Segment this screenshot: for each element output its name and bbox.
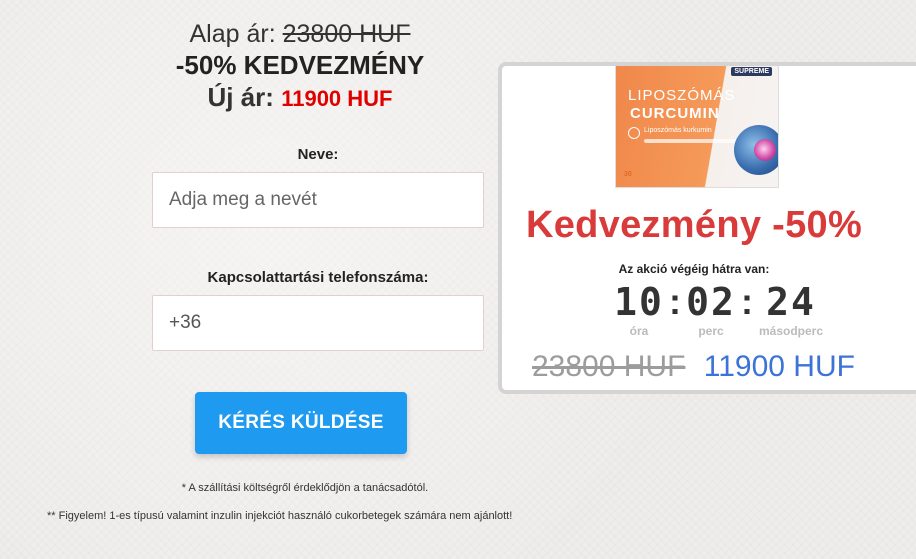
- timer-seconds-value: 24: [766, 280, 816, 324]
- product-name-line1: LIPOSZÓMÁS: [628, 87, 736, 104]
- product-name-line2: CURCUMIN: [630, 105, 720, 122]
- card-old-price: 23800 HUF: [532, 350, 686, 383]
- new-price-label: Új ár:: [207, 82, 274, 112]
- timer-hours: 10 óra: [611, 280, 667, 338]
- new-price-value: 11900 HUF: [281, 86, 393, 111]
- warning-note: ** Figyelem! 1-es típusú valamint inzuli…: [47, 510, 513, 522]
- base-price-value: 23800 HUF: [282, 20, 411, 48]
- timer-minutes-unit: perc: [698, 324, 724, 338]
- countdown-label: Az akció végéig hátra van:: [618, 262, 770, 276]
- promo-card: SUPREME LIPOSZÓMÁS CURCUMIN Liposzómás k…: [498, 62, 916, 394]
- new-price-line: Új ár: 11900 HUF: [140, 80, 460, 116]
- card-prices: 23800 HUF 11900 HUF: [532, 350, 855, 384]
- timer-hours-unit: óra: [629, 324, 649, 338]
- price-summary: Alap ár: 23800 HUF -50% KEDVEZMÉNY Új ár…: [140, 18, 460, 116]
- promo-title: Kedvezmény -50%: [525, 204, 863, 246]
- timer-seconds-unit: másodperc: [758, 324, 824, 338]
- timer-minutes: 02 perc: [683, 280, 739, 338]
- product-stripe: [644, 139, 744, 143]
- discount-headline: -50% KEDVEZMÉNY: [175, 50, 425, 80]
- timer-minutes-value: 02: [686, 280, 736, 324]
- base-price-line: Alap ár: 23800 HUF: [140, 18, 460, 50]
- timer-hours-value: 10: [614, 280, 664, 324]
- timer-separator: :: [669, 281, 681, 322]
- timer-separator: :: [741, 281, 753, 322]
- submit-request-button[interactable]: KÉRÉS KÜLDÉSE: [195, 392, 407, 454]
- base-price-label: Alap ár:: [189, 20, 276, 48]
- product-brand: SUPREME: [731, 67, 772, 76]
- phone-field-label: Kapcsolattartási telefonszáma:: [207, 269, 429, 286]
- product-logo-icon: [628, 127, 640, 139]
- liposome-core-icon: [754, 139, 776, 161]
- card-new-price: 11900 HUF: [703, 350, 855, 383]
- product-image: SUPREME LIPOSZÓMÁS CURCUMIN Liposzómás k…: [615, 66, 779, 188]
- shipping-note: * A szállítási költségről érdeklődjön a …: [181, 482, 429, 494]
- product-count: 30: [624, 171, 632, 178]
- phone-input[interactable]: [152, 295, 484, 351]
- countdown-timer: 10 óra : 02 perc : 24 másodperc: [611, 280, 827, 338]
- timer-seconds: 24 másodperc: [755, 280, 827, 338]
- product-subtitle: Liposzómás kurkumin: [644, 127, 712, 134]
- name-input[interactable]: [152, 172, 484, 228]
- name-field-label: Neve:: [297, 146, 339, 163]
